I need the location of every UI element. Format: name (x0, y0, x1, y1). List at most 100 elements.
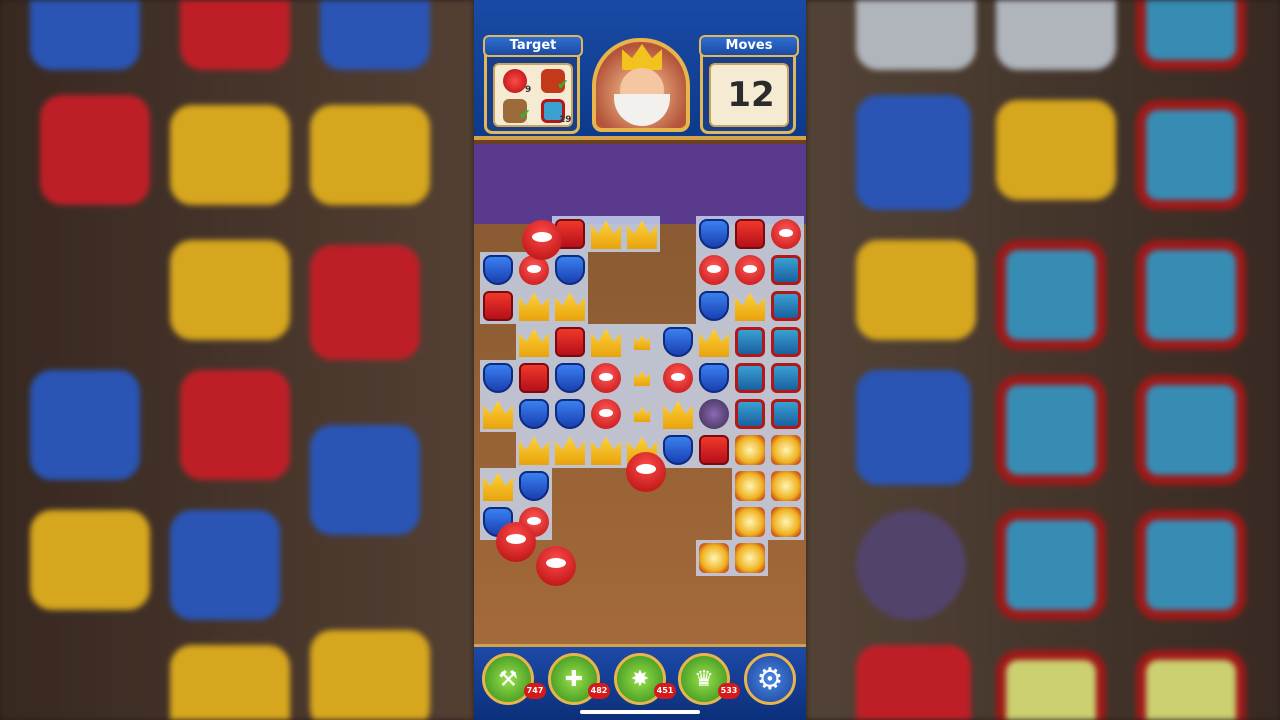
game-screen: Target 9 ✔ ✔ 19 Moves 12 ⚒ 747 ✚ 482 ✸ 4… (474, 0, 806, 720)
red-bird-piece (771, 219, 801, 249)
board-cell[interactable] (516, 360, 552, 396)
blue-shield-piece (663, 327, 693, 357)
blue-shield-piece (663, 435, 693, 465)
board-cell[interactable] (624, 216, 660, 252)
red-bird-character (626, 452, 666, 492)
board-cell[interactable] (696, 540, 732, 576)
crown-piece (591, 436, 621, 465)
red-bird-character (496, 522, 536, 562)
board-cell[interactable] (660, 360, 696, 396)
board-cell[interactable] (552, 360, 588, 396)
board-cell[interactable] (732, 288, 768, 324)
board-cell[interactable] (732, 252, 768, 288)
lantern-piece (771, 507, 801, 537)
target-list: 9 ✔ ✔ 19 (493, 63, 573, 127)
board-cell[interactable] (516, 324, 552, 360)
red-bird-character (536, 546, 576, 586)
board-cell[interactable] (480, 252, 516, 288)
board-cell[interactable] (732, 468, 768, 504)
board-cell[interactable] (660, 396, 696, 432)
board-cell[interactable] (552, 432, 588, 468)
board-cell[interactable] (768, 432, 804, 468)
settings-button[interactable]: ⚙ (744, 653, 796, 705)
crown-piece (591, 328, 621, 357)
board-cell[interactable] (624, 324, 660, 360)
blue-shield-piece (555, 363, 585, 393)
board-cell[interactable] (768, 504, 804, 540)
board-cell[interactable] (588, 360, 624, 396)
red-box-piece (735, 219, 765, 249)
board-cell[interactable] (624, 396, 660, 432)
red-bird-icon (503, 69, 527, 93)
board-cell[interactable] (480, 288, 516, 324)
target-label: Target (483, 35, 583, 57)
board-cell[interactable] (768, 468, 804, 504)
lantern-jar-piece (735, 327, 765, 357)
board-cell[interactable] (552, 252, 588, 288)
red-bird-piece (591, 363, 621, 393)
board-cell[interactable] (624, 360, 660, 396)
board-cell[interactable] (696, 396, 732, 432)
board-cell[interactable] (696, 216, 732, 252)
lantern-jar-piece (735, 399, 765, 429)
board-cell[interactable] (552, 396, 588, 432)
board-cell[interactable] (588, 432, 624, 468)
board-cell[interactable] (480, 360, 516, 396)
lantern-jar-piece (771, 399, 801, 429)
board-cell[interactable] (552, 324, 588, 360)
red-box-piece (519, 363, 549, 393)
crown-piece (735, 292, 765, 321)
board-cell[interactable] (588, 324, 624, 360)
moves-label: Moves (699, 35, 799, 57)
blue-shield-piece (555, 255, 585, 285)
board-cell[interactable] (768, 324, 804, 360)
board-cell[interactable] (516, 288, 552, 324)
board-cell[interactable] (732, 432, 768, 468)
board-cell[interactable] (768, 288, 804, 324)
blurred-background-right (806, 0, 1280, 720)
board-cell[interactable] (696, 252, 732, 288)
board-cell[interactable] (732, 216, 768, 252)
board-cell[interactable] (588, 216, 624, 252)
board-cell[interactable] (732, 360, 768, 396)
board-cell[interactable] (696, 360, 732, 396)
red-box-piece (483, 291, 513, 321)
board-cell[interactable] (660, 324, 696, 360)
board-cell[interactable] (516, 396, 552, 432)
crown-piece (663, 400, 693, 429)
blue-shield-piece (699, 219, 729, 249)
lantern-piece (771, 471, 801, 501)
booster-bar: ⚒ 747 ✚ 482 ✸ 451 ♛ 533 ⚙ (474, 644, 806, 720)
cannon-icon: ✸ (630, 666, 650, 692)
board-cell[interactable] (768, 252, 804, 288)
board-cell[interactable] (732, 324, 768, 360)
booster-count: 482 (588, 683, 610, 699)
board-cell[interactable] (660, 432, 696, 468)
board-cell[interactable] (732, 540, 768, 576)
board-cell[interactable] (696, 432, 732, 468)
lantern-jar-piece (771, 255, 801, 285)
crown-piece (519, 436, 549, 465)
board-cell[interactable] (696, 324, 732, 360)
board-cell[interactable] (516, 468, 552, 504)
board-cell[interactable] (516, 432, 552, 468)
booster-count: 451 (654, 683, 676, 699)
crown-piece (483, 400, 513, 429)
blue-shield-piece (519, 471, 549, 501)
board-cell[interactable] (732, 504, 768, 540)
board-cell[interactable] (768, 216, 804, 252)
check-icon: ✔ (557, 77, 569, 93)
board-cell[interactable] (768, 360, 804, 396)
board-cell[interactable] (552, 288, 588, 324)
board-cell[interactable] (480, 468, 516, 504)
board-cell[interactable] (768, 396, 804, 432)
board-cell[interactable] (588, 396, 624, 432)
board-cell[interactable] (480, 396, 516, 432)
board-cell[interactable] (732, 396, 768, 432)
crown-piece (699, 328, 729, 357)
crown-icon (622, 44, 662, 70)
lantern-piece (771, 435, 801, 465)
board-cell[interactable] (696, 288, 732, 324)
blurred-background-left (0, 0, 474, 720)
target-count-bird: 9 (525, 85, 532, 95)
